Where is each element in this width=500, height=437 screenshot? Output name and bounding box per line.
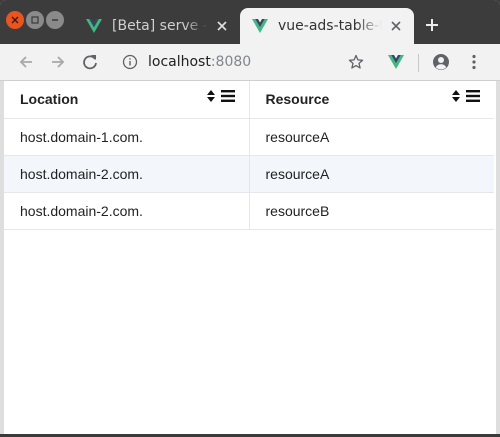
address-bar[interactable]: localhost:8080: [110, 48, 380, 76]
info-icon[interactable]: [122, 54, 138, 70]
window-maximize-button[interactable]: [26, 11, 44, 29]
column-filter-icon[interactable]: [466, 90, 480, 102]
column-header-location[interactable]: Location: [4, 81, 250, 119]
window-close-button[interactable]: [6, 11, 24, 29]
url-port: :8080: [210, 54, 252, 70]
cell-location: host.domain-2.com.: [4, 192, 250, 230]
tab-title: [Beta] serve - Pr: [112, 18, 208, 34]
tab-close-icon[interactable]: [388, 18, 404, 34]
sort-icon[interactable]: [452, 90, 460, 102]
column-header-resource[interactable]: Resource: [249, 81, 494, 119]
cell-resource: resourceA: [249, 155, 494, 193]
maximize-icon: [31, 16, 39, 24]
url-host: localhost: [148, 54, 211, 70]
bookmark-button[interactable]: [346, 52, 366, 72]
tab-serve[interactable]: [Beta] serve - Pr: [74, 8, 240, 44]
toolbar-separator: [418, 54, 419, 72]
reload-icon: [83, 55, 97, 70]
back-arrow-icon: [19, 56, 32, 68]
vue-devtools-button[interactable]: [386, 52, 406, 72]
star-icon: [348, 54, 364, 69]
browser-toolbar: localhost:8080: [0, 44, 500, 81]
tab-title: vue-ads-table-tr: [278, 18, 382, 34]
account-button[interactable]: [431, 52, 451, 72]
account-icon: [433, 54, 449, 70]
vue-devtools-icon: [388, 55, 404, 69]
table-row[interactable]: host.domain-1.com. resourceA: [4, 118, 494, 156]
reload-button[interactable]: [80, 52, 100, 72]
cell-resource: resourceB: [249, 192, 494, 230]
column-filter-icon[interactable]: [220, 90, 235, 102]
cell-location: host.domain-1.com.: [4, 118, 250, 156]
column-header-label: Location: [20, 91, 79, 108]
column-header-label: Resource: [265, 91, 330, 108]
tab-close-icon[interactable]: [214, 18, 230, 34]
plus-icon: [426, 19, 438, 31]
forward-arrow-icon: [52, 56, 65, 68]
table-header-row: Location Resource: [4, 81, 494, 119]
table-row[interactable]: host.domain-2.com. resourceB: [4, 192, 494, 230]
vue-logo-icon: [86, 19, 102, 33]
close-icon: [11, 16, 19, 24]
new-tab-button[interactable]: [422, 15, 442, 35]
minimize-icon: [52, 19, 58, 21]
more-vert-icon: [472, 54, 476, 70]
sort-icon[interactable]: [206, 90, 215, 102]
tab-vue-ads-table[interactable]: vue-ads-table-tr: [240, 8, 414, 44]
cell-location: host.domain-2.com.: [4, 155, 250, 193]
window-minimize-button[interactable]: [46, 11, 64, 29]
browser-window: [Beta] serve - Pr vue-ads-table-tr: [0, 0, 500, 437]
data-table: Location Resource host.domain-1.com. res…: [4, 81, 494, 230]
menu-button[interactable]: [464, 52, 484, 72]
vue-logo-icon: [252, 19, 268, 33]
tab-strip: [Beta] serve - Pr vue-ads-table-tr: [0, 0, 500, 44]
table-row[interactable]: host.domain-2.com. resourceA: [4, 155, 494, 193]
page-content: Location Resource host.domain-1.com. res…: [4, 81, 496, 434]
forward-button[interactable]: [48, 52, 68, 72]
cell-resource: resourceA: [249, 118, 494, 156]
back-button[interactable]: [16, 52, 36, 72]
